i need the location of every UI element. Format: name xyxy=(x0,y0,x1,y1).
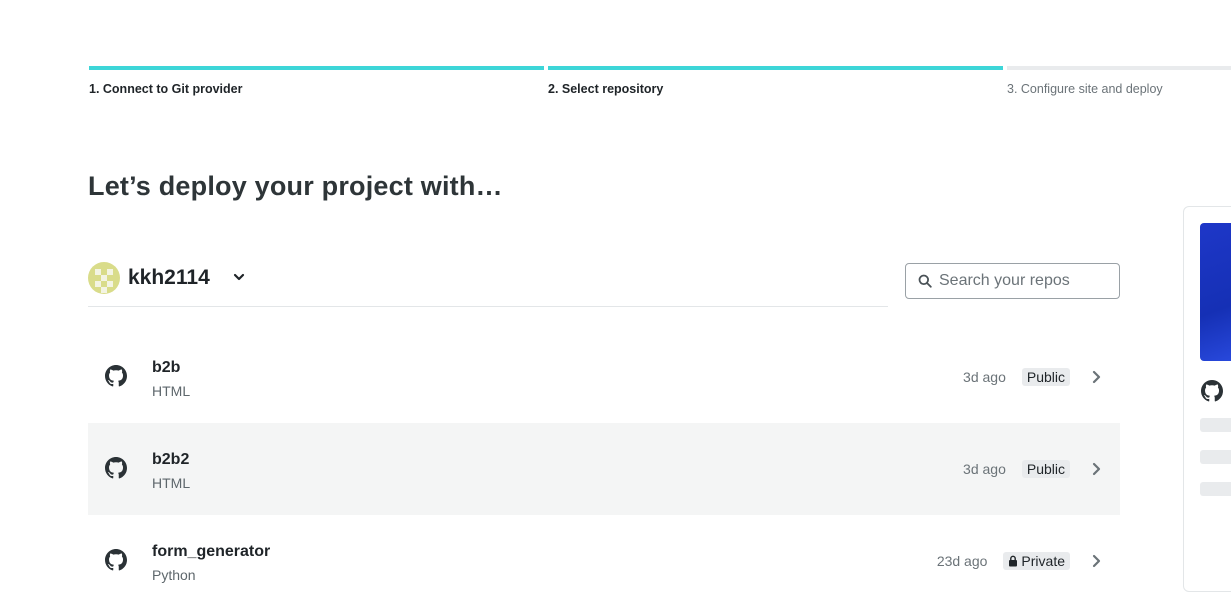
visibility-badge: Public xyxy=(1021,460,1070,478)
repo-name: b2b2 xyxy=(152,451,190,468)
skeleton-line xyxy=(1200,418,1231,432)
step-configure-deploy: 3. Configure site and deploy xyxy=(1007,66,1231,96)
account-selector[interactable]: kkh2114 xyxy=(88,262,888,307)
progress-stepper: 1. Connect to Git provider 2. Select rep… xyxy=(89,66,1231,106)
page-title: Let’s deploy your project with… xyxy=(88,171,503,201)
repo-name: b2b xyxy=(152,359,181,376)
repo-row-b2b2[interactable]: b2b2 HTML 3d ago Public xyxy=(88,423,1120,515)
github-icon xyxy=(105,457,127,479)
repo-language: Python xyxy=(152,567,196,583)
chevron-right-icon xyxy=(1092,462,1101,476)
visibility-label: Private xyxy=(1021,553,1065,569)
chevron-right-icon xyxy=(1092,554,1101,568)
repo-row-form-generator[interactable]: form_generator Python 23d ago Private xyxy=(88,515,1120,607)
repo-updated-time: 3d ago xyxy=(963,369,1006,385)
chevron-down-icon[interactable] xyxy=(232,270,246,284)
visibility-badge: Private xyxy=(1003,552,1070,570)
github-icon xyxy=(1201,380,1223,402)
step-connect-git: 1. Connect to Git provider xyxy=(89,66,544,96)
step-label: 2. Select repository xyxy=(548,82,664,96)
repo-updated-time: 23d ago xyxy=(936,553,988,569)
step-label: 3. Configure site and deploy xyxy=(1007,82,1163,96)
search-input[interactable] xyxy=(939,264,1109,298)
search-icon xyxy=(918,274,932,288)
preview-image xyxy=(1200,223,1231,361)
visibility-badge: Public xyxy=(1021,368,1070,386)
skeleton-line xyxy=(1200,450,1231,464)
avatar xyxy=(88,262,120,294)
repo-language: HTML xyxy=(152,383,191,399)
github-icon xyxy=(105,549,127,571)
step-progress-bar xyxy=(548,66,1003,70)
github-icon xyxy=(105,365,127,387)
repo-row-b2b[interactable]: b2b HTML 3d ago Public xyxy=(88,331,1120,423)
visibility-label: Public xyxy=(1026,461,1065,477)
skeleton-line xyxy=(1200,482,1231,496)
step-progress-bar xyxy=(89,66,544,70)
account-name: kkh2114 xyxy=(128,266,210,289)
side-preview-card xyxy=(1183,206,1231,592)
repo-name: form_generator xyxy=(152,543,271,560)
visibility-label: Public xyxy=(1026,369,1065,385)
step-select-repository: 2. Select repository xyxy=(548,66,1003,96)
search-repos-field[interactable] xyxy=(905,263,1120,299)
step-progress-bar xyxy=(1007,66,1231,70)
repo-updated-time: 3d ago xyxy=(963,461,1006,477)
chevron-right-icon xyxy=(1092,370,1101,384)
step-label: 1. Connect to Git provider xyxy=(89,82,243,96)
repo-language: HTML xyxy=(152,475,191,491)
lock-icon xyxy=(1009,555,1018,567)
